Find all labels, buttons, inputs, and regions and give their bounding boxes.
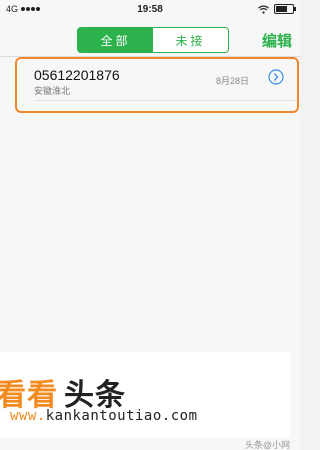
status-time: 19:58: [137, 4, 163, 15]
call-number: 05612201876: [34, 67, 120, 83]
watermark-banner: 看看 头条 www.kankantoutiao.com: [0, 352, 290, 438]
call-location: 安徽淮北: [34, 86, 71, 96]
segment-missed[interactable]: 未接: [153, 28, 228, 52]
segment-all[interactable]: 全部: [78, 28, 153, 52]
watermark-credit: 头条@小网: [244, 440, 290, 450]
edit-button[interactable]: 编辑: [262, 30, 292, 51]
status-right: [258, 4, 296, 14]
call-filter-segmented-control: 全部 未接: [77, 27, 229, 53]
battery-icon: [274, 4, 296, 14]
watermark-url-main: kankantoutiao.com: [45, 408, 198, 424]
call-list-item[interactable]: 05612201876 安徽淮北 8月28日: [15, 57, 299, 113]
call-list: 05612201876 安徽淮北 8月28日: [0, 57, 300, 113]
watermark-url-prefix: www.: [10, 408, 46, 424]
watermark-url: www.kankantoutiao.com: [10, 408, 198, 424]
phone-screen: 4G 19:58 全部 未接 编辑 05612201876 安徽淮北 8月28日…: [0, 0, 300, 450]
wifi-icon: [258, 5, 269, 14]
status-bar: 4G 19:58: [0, 0, 300, 20]
row-divider: [34, 100, 297, 101]
info-circle-icon[interactable]: [268, 69, 284, 85]
call-date: 8月28日: [215, 76, 249, 86]
nav-bar: 全部 未接 编辑: [0, 20, 300, 57]
